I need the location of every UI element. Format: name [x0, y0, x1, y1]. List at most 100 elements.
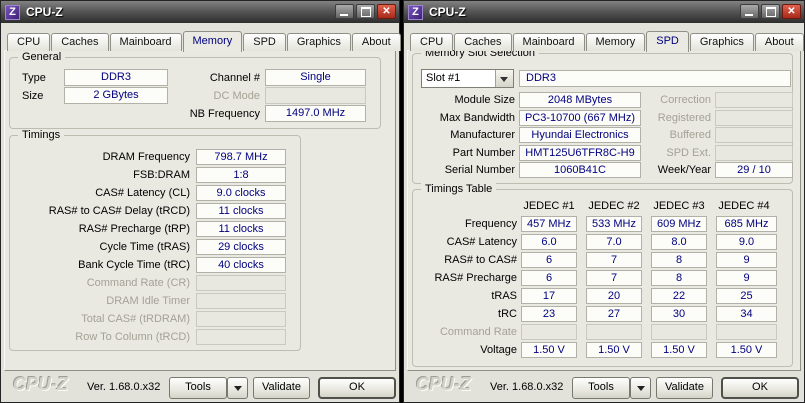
footer: CPU-Z Ver. 1.68.0.x32 Tools Validate OK: [1, 371, 399, 402]
cell-value: 533 MHz: [586, 216, 642, 232]
column-header: JEDEC #1: [523, 200, 575, 212]
tab-cpu[interactable]: CPU: [7, 33, 51, 51]
slot-select-value: Slot #1: [426, 72, 461, 84]
column-header: JEDEC #2: [588, 200, 640, 212]
field-label: FSB:DRAM: [133, 169, 190, 181]
tab-label: Graphics: [699, 36, 744, 48]
cell-value: 9.0: [716, 234, 777, 250]
spd-row: Serial Number 1060B41C: [415, 162, 641, 178]
validate-button[interactable]: Validate: [253, 377, 310, 399]
tab-spd[interactable]: SPD: [646, 31, 689, 52]
tab-label: CPU: [17, 36, 41, 48]
field-value: 2048 MBytes: [519, 92, 641, 108]
ok-button[interactable]: OK: [721, 377, 799, 399]
app-icon: Z: [5, 4, 20, 20]
tab-bar: CPU Caches Mainboard Memory SPD Graphics…: [410, 31, 805, 52]
field-value: [715, 127, 793, 143]
minimize-button[interactable]: [335, 4, 354, 19]
field-value: HMT125U6TFR8C-H9: [519, 144, 641, 161]
tab-mainboard[interactable]: Mainboard: [109, 33, 182, 51]
window-controls: ✕: [740, 4, 801, 19]
chevron-down-icon[interactable]: [495, 70, 513, 87]
cell-value: 25: [716, 288, 777, 304]
timing-row: Cycle Time (tRAS) 29 clocks: [18, 239, 286, 255]
tab-label: CPU: [420, 36, 444, 48]
field-value: 798.7 MHz: [196, 149, 286, 165]
field-value: 11 clocks: [196, 221, 286, 237]
field-value: 29 clocks: [196, 239, 286, 255]
close-button[interactable]: ✕: [377, 4, 396, 19]
cell-value: [586, 324, 642, 340]
maximize-button[interactable]: [356, 4, 375, 19]
table-row: tRAS 17 20 22 25: [417, 288, 777, 304]
cell-value: 20: [586, 288, 642, 304]
minimize-button[interactable]: [740, 4, 759, 19]
row-label: RAS# to CAS#: [444, 254, 517, 266]
tab-label: About: [764, 36, 794, 48]
cell-value: 1.50 V: [651, 342, 707, 358]
close-button[interactable]: ✕: [782, 4, 801, 19]
field-value: PC3-10700 (667 MHz): [519, 109, 641, 126]
tab-graphics[interactable]: Graphics: [286, 33, 351, 51]
tools-button[interactable]: Tools: [169, 377, 227, 399]
version-text: Ver. 1.68.0.x32: [87, 381, 161, 393]
field-value: [715, 92, 793, 108]
table-row: Command Rate: [417, 324, 777, 340]
tab-spd[interactable]: SPD: [243, 33, 286, 51]
spd-row: Max Bandwidth PC3-10700 (667 MHz): [415, 109, 641, 126]
tab-caches[interactable]: Caches: [454, 33, 512, 51]
size-label: Size: [22, 89, 44, 102]
row-label: tRC: [498, 308, 517, 320]
app-icon: Z: [408, 4, 423, 20]
tab-caches[interactable]: Caches: [51, 33, 109, 51]
slot-select[interactable]: Slot #1: [421, 69, 514, 88]
tab-cpu[interactable]: CPU: [410, 33, 454, 51]
tab-memory[interactable]: Memory: [585, 33, 646, 51]
tab-about[interactable]: About: [351, 33, 401, 51]
field-label: RAS# Precharge (tRP): [78, 223, 190, 235]
tab-graphics[interactable]: Graphics: [689, 33, 754, 51]
field-label: Bank Cycle Time (tRC): [78, 259, 190, 271]
titlebar[interactable]: Z CPU-Z ✕: [1, 1, 399, 23]
cell-value: [716, 324, 777, 340]
field-value: 29 / 10: [715, 162, 793, 178]
timing-row: RAS# to CAS# Delay (tRCD) 11 clocks: [18, 203, 286, 219]
field-label: Command Rate (CR): [86, 277, 190, 289]
timing-row: RAS# Precharge (tRP) 11 clocks: [18, 221, 286, 237]
tab-label: Mainboard: [119, 36, 172, 48]
tab-memory[interactable]: Memory: [182, 31, 243, 52]
timings-legend: Timings: [18, 129, 65, 142]
memory-slot-section: Memory Slot Selection Slot #1 DDR3 Modul…: [412, 47, 793, 184]
cell-value: 8: [651, 270, 707, 286]
field-label: Max Bandwidth: [439, 111, 515, 124]
nb-frequency-field: 1497.0 MHz: [265, 105, 366, 122]
cell-value: [651, 324, 707, 340]
tools-dropdown-button[interactable]: [630, 377, 651, 399]
field-value: [196, 311, 286, 327]
field-label: Week/Year: [657, 164, 711, 176]
tools-dropdown-button[interactable]: [227, 377, 248, 399]
validate-button[interactable]: Validate: [656, 377, 713, 399]
column-header: JEDEC #3: [653, 200, 705, 212]
tab-about[interactable]: About: [754, 33, 804, 51]
maximize-button[interactable]: [761, 4, 780, 19]
ok-button[interactable]: OK: [318, 377, 396, 399]
tab-mainboard[interactable]: Mainboard: [512, 33, 585, 51]
field-value: 11 clocks: [196, 203, 286, 219]
tab-label: SPD: [253, 36, 276, 48]
type-field: DDR3: [64, 69, 168, 86]
tab-label: Memory: [595, 36, 636, 48]
spd-row: SPD Ext.: [653, 144, 793, 161]
cell-value: [521, 324, 577, 340]
tools-button[interactable]: Tools: [572, 377, 630, 399]
column-header: JEDEC #4: [718, 200, 770, 212]
field-label: RAS# to CAS# Delay (tRCD): [48, 205, 190, 217]
timings-rows: DRAM Frequency 798.7 MHz FSB:DRAM 1:8 CA…: [18, 149, 286, 345]
field-label: DRAM Idle Timer: [106, 295, 190, 307]
timing-row: FSB:DRAM 1:8: [18, 167, 286, 183]
titlebar[interactable]: Z CPU-Z ✕: [404, 1, 804, 23]
cell-value: 7: [586, 252, 642, 268]
field-value: 9.0 clocks: [196, 185, 286, 201]
jedec-rows: Frequency 457 MHz 533 MHz 609 MHz 685 MH…: [417, 216, 777, 358]
cell-value: 8.0: [651, 234, 707, 250]
